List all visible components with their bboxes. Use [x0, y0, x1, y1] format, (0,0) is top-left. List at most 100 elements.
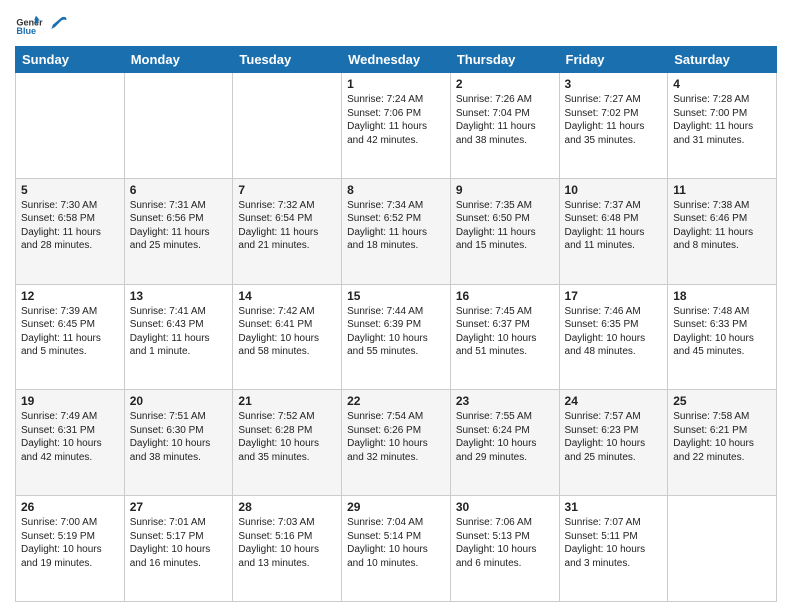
- calendar-cell: 23 Sunrise: 7:55 AM Sunset: 6:24 PM Dayli…: [450, 390, 559, 496]
- calendar-cell: [16, 73, 125, 179]
- calendar-cell: 11 Sunrise: 7:38 AM Sunset: 6:46 PM Dayli…: [668, 178, 777, 284]
- day-number: 11: [673, 183, 771, 197]
- day-info: Sunrise: 7:41 AM Sunset: 6:43 PM Dayligh…: [130, 305, 228, 359]
- day-number: 31: [565, 500, 663, 514]
- calendar-cell: 9 Sunrise: 7:35 AM Sunset: 6:50 PM Daylig…: [450, 178, 559, 284]
- day-info: Sunrise: 7:52 AM Sunset: 6:28 PM Dayligh…: [238, 410, 336, 464]
- svg-text:Blue: Blue: [16, 26, 36, 36]
- calendar-cell: 2Sunrise: 7:26 AM Sunset: 7:04 PM Daylig…: [450, 73, 559, 179]
- day-number: 17: [565, 289, 663, 303]
- col-header-wednesday: Wednesday: [342, 47, 451, 73]
- col-header-monday: Monday: [124, 47, 233, 73]
- calendar-cell: 31 Sunrise: 7:07 AM Sunset: 5:11 PM Dayli…: [559, 496, 668, 602]
- calendar-cell: [668, 496, 777, 602]
- day-info: Sunrise: 7:03 AM Sunset: 5:16 PM Dayligh…: [238, 516, 336, 570]
- day-number: 28: [238, 500, 336, 514]
- day-info: Sunrise: 7:30 AM Sunset: 6:58 PM Dayligh…: [21, 199, 119, 253]
- day-info: Sunrise: 7:44 AM Sunset: 6:39 PM Dayligh…: [347, 305, 445, 359]
- day-number: 6: [130, 183, 228, 197]
- calendar-cell: 18Sunrise: 7:48 AM Sunset: 6:33 PM Dayli…: [668, 284, 777, 390]
- day-number: 22: [347, 394, 445, 408]
- day-info: Sunrise: 7:57 AM Sunset: 6:23 PM Dayligh…: [565, 410, 663, 464]
- col-header-friday: Friday: [559, 47, 668, 73]
- day-number: 2: [456, 77, 554, 91]
- day-number: 20: [130, 394, 228, 408]
- day-info: Sunrise: 7:06 AM Sunset: 5:13 PM Dayligh…: [456, 516, 554, 570]
- day-info: Sunrise: 7:31 AM Sunset: 6:56 PM Dayligh…: [130, 199, 228, 253]
- calendar-cell: 24 Sunrise: 7:57 AM Sunset: 6:23 PM Dayli…: [559, 390, 668, 496]
- day-info: Sunrise: 7:07 AM Sunset: 5:11 PM Dayligh…: [565, 516, 663, 570]
- calendar-cell: 22 Sunrise: 7:54 AM Sunset: 6:26 PM Dayli…: [342, 390, 451, 496]
- day-info: Sunrise: 7:55 AM Sunset: 6:24 PM Dayligh…: [456, 410, 554, 464]
- logo-icon: General Blue: [15, 10, 43, 38]
- calendar-cell: 12 Sunrise: 7:39 AM Sunset: 6:45 PM Dayli…: [16, 284, 125, 390]
- calendar-cell: 4 Sunrise: 7:28 AM Sunset: 7:00 PM Daylig…: [668, 73, 777, 179]
- day-number: 18: [673, 289, 771, 303]
- logo-bird-icon: [47, 13, 69, 35]
- day-info: Sunrise: 7:04 AM Sunset: 5:14 PM Dayligh…: [347, 516, 445, 570]
- calendar-cell: 14 Sunrise: 7:42 AM Sunset: 6:41 PM Dayli…: [233, 284, 342, 390]
- day-number: 7: [238, 183, 336, 197]
- day-info: Sunrise: 7:35 AM Sunset: 6:50 PM Dayligh…: [456, 199, 554, 253]
- day-number: 14: [238, 289, 336, 303]
- calendar-cell: 3 Sunrise: 7:27 AM Sunset: 7:02 PM Daylig…: [559, 73, 668, 179]
- day-number: 26: [21, 500, 119, 514]
- day-number: 19: [21, 394, 119, 408]
- col-header-tuesday: Tuesday: [233, 47, 342, 73]
- day-info: Sunrise: 7:46 AM Sunset: 6:35 PM Dayligh…: [565, 305, 663, 359]
- day-number: 13: [130, 289, 228, 303]
- header: General Blue: [15, 10, 777, 38]
- col-header-thursday: Thursday: [450, 47, 559, 73]
- calendar-cell: 20 Sunrise: 7:51 AM Sunset: 6:30 PM Dayli…: [124, 390, 233, 496]
- calendar-cell: 1 Sunrise: 7:24 AM Sunset: 7:06 PM Daylig…: [342, 73, 451, 179]
- day-info: Sunrise: 7:00 AM Sunset: 5:19 PM Dayligh…: [21, 516, 119, 570]
- calendar-cell: 26 Sunrise: 7:00 AM Sunset: 5:19 PM Dayli…: [16, 496, 125, 602]
- day-number: 4: [673, 77, 771, 91]
- day-info: Sunrise: 7:01 AM Sunset: 5:17 PM Dayligh…: [130, 516, 228, 570]
- day-number: 12: [21, 289, 119, 303]
- calendar-cell: [124, 73, 233, 179]
- day-info: Sunrise: 7:54 AM Sunset: 6:26 PM Dayligh…: [347, 410, 445, 464]
- col-header-sunday: Sunday: [16, 47, 125, 73]
- calendar-cell: 6 Sunrise: 7:31 AM Sunset: 6:56 PM Daylig…: [124, 178, 233, 284]
- day-number: 1: [347, 77, 445, 91]
- calendar-cell: [233, 73, 342, 179]
- day-number: 15: [347, 289, 445, 303]
- day-info: Sunrise: 7:32 AM Sunset: 6:54 PM Dayligh…: [238, 199, 336, 253]
- day-number: 10: [565, 183, 663, 197]
- day-number: 5: [21, 183, 119, 197]
- calendar-cell: 13 Sunrise: 7:41 AM Sunset: 6:43 PM Dayli…: [124, 284, 233, 390]
- day-number: 25: [673, 394, 771, 408]
- day-info: Sunrise: 7:34 AM Sunset: 6:52 PM Dayligh…: [347, 199, 445, 253]
- day-info: Sunrise: 7:42 AM Sunset: 6:41 PM Dayligh…: [238, 305, 336, 359]
- day-info: Sunrise: 7:45 AM Sunset: 6:37 PM Dayligh…: [456, 305, 554, 359]
- day-number: 29: [347, 500, 445, 514]
- day-number: 27: [130, 500, 228, 514]
- day-number: 8: [347, 183, 445, 197]
- day-number: 9: [456, 183, 554, 197]
- day-info: Sunrise: 7:27 AM Sunset: 7:02 PM Dayligh…: [565, 93, 663, 147]
- calendar-cell: 19 Sunrise: 7:49 AM Sunset: 6:31 PM Dayli…: [16, 390, 125, 496]
- calendar-cell: 16 Sunrise: 7:45 AM Sunset: 6:37 PM Dayli…: [450, 284, 559, 390]
- logo: General Blue: [15, 10, 71, 38]
- day-info: Sunrise: 7:24 AM Sunset: 7:06 PM Dayligh…: [347, 93, 445, 147]
- calendar-cell: 25 Sunrise: 7:58 AM Sunset: 6:21 PM Dayli…: [668, 390, 777, 496]
- day-number: 24: [565, 394, 663, 408]
- day-info: Sunrise: 7:58 AM Sunset: 6:21 PM Dayligh…: [673, 410, 771, 464]
- day-number: 30: [456, 500, 554, 514]
- day-info: Sunrise: 7:37 AM Sunset: 6:48 PM Dayligh…: [565, 199, 663, 253]
- day-number: 3: [565, 77, 663, 91]
- day-number: 16: [456, 289, 554, 303]
- calendar-cell: 28 Sunrise: 7:03 AM Sunset: 5:16 PM Dayli…: [233, 496, 342, 602]
- page: General Blue: [0, 0, 792, 612]
- calendar-cell: 10 Sunrise: 7:37 AM Sunset: 6:48 PM Dayli…: [559, 178, 668, 284]
- day-number: 23: [456, 394, 554, 408]
- calendar-cell: 17 Sunrise: 7:46 AM Sunset: 6:35 PM Dayli…: [559, 284, 668, 390]
- day-info: Sunrise: 7:51 AM Sunset: 6:30 PM Dayligh…: [130, 410, 228, 464]
- day-info: Sunrise: 7:49 AM Sunset: 6:31 PM Dayligh…: [21, 410, 119, 464]
- calendar-cell: 27 Sunrise: 7:01 AM Sunset: 5:17 PM Dayli…: [124, 496, 233, 602]
- calendar-cell: 29 Sunrise: 7:04 AM Sunset: 5:14 PM Dayli…: [342, 496, 451, 602]
- day-info: Sunrise: 7:38 AM Sunset: 6:46 PM Dayligh…: [673, 199, 771, 253]
- day-info: Sunrise: 7:28 AM Sunset: 7:00 PM Dayligh…: [673, 93, 771, 147]
- day-info: Sunrise: 7:39 AM Sunset: 6:45 PM Dayligh…: [21, 305, 119, 359]
